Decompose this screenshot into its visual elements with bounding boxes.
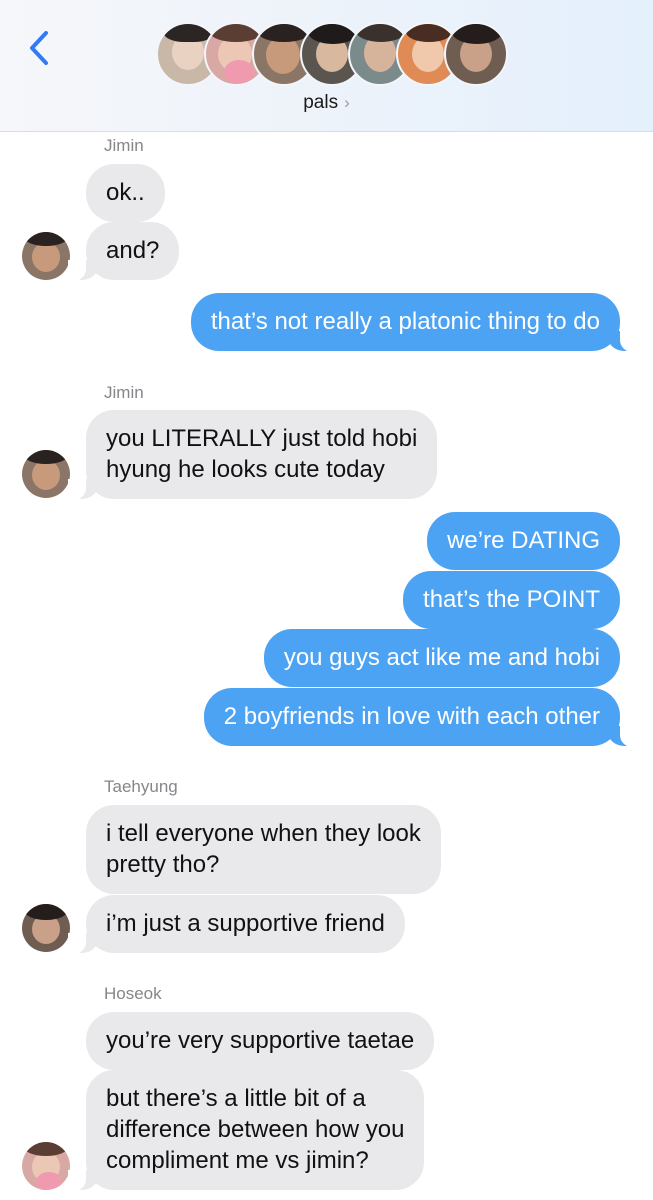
group-name-button[interactable]: pals ›	[0, 92, 653, 114]
avatar	[22, 232, 70, 280]
group-name: pals	[303, 92, 339, 113]
sender-label: Taehyung	[104, 777, 178, 796]
message-line: compliment me vs jimin?	[106, 1147, 369, 1174]
incoming-message[interactable]: i tell everyone when they look pretty th…	[86, 805, 441, 894]
sender-label: Jimin	[104, 136, 144, 155]
chevron-left-icon	[30, 31, 48, 65]
sender-label: Hoseok	[104, 984, 162, 1003]
outgoing-message[interactable]: that’s not really a platonic thing to do	[190, 293, 639, 352]
outgoing-message[interactable]: that’s the POINT	[403, 571, 620, 629]
avatar	[444, 22, 508, 86]
outgoing-message[interactable]: you guys act like me and hobi	[263, 629, 620, 687]
chat-header: pals ›	[0, 0, 653, 132]
incoming-message[interactable]: but there’s a little bit of a difference…	[67, 1070, 425, 1191]
sender-label: Jimin	[104, 383, 144, 402]
avatar	[22, 1142, 70, 1190]
message-line: i tell everyone when they look	[106, 820, 421, 847]
incoming-message[interactable]: i’m just a supportive friend	[68, 895, 405, 954]
back-button[interactable]	[22, 28, 56, 68]
incoming-message[interactable]: ok..	[86, 164, 165, 222]
outgoing-message[interactable]: we’re DATING	[427, 512, 620, 570]
message-line: but there’s a little bit of a	[106, 1085, 366, 1112]
message-line: hyung he looks cute today	[106, 456, 385, 483]
message-line: you LITERALLY just told hobi	[106, 425, 418, 452]
chevron-right-icon: ›	[344, 93, 350, 112]
incoming-message[interactable]: you’re very supportive taetae	[86, 1012, 435, 1070]
outgoing-message[interactable]: 2 boyfriends in love with each other	[203, 688, 639, 747]
group-avatars[interactable]	[156, 22, 508, 86]
message-line: pretty tho?	[106, 851, 220, 878]
avatar	[22, 450, 70, 498]
message-line: difference between how you	[106, 1116, 405, 1143]
avatar	[22, 904, 70, 952]
incoming-message[interactable]: and?	[67, 222, 180, 281]
incoming-message[interactable]: you LITERALLY just told hobi hyung he lo…	[67, 410, 438, 500]
